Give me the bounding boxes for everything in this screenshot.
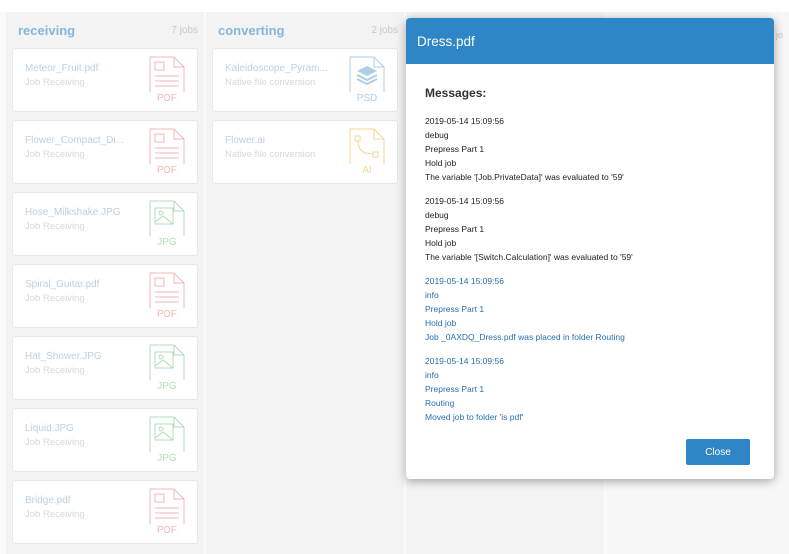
job-name: Meteor_Fruit.pdf: [25, 63, 99, 74]
job-status: Native file conversion: [225, 77, 316, 88]
column-header-receiving: receiving 7 jobs: [6, 12, 204, 48]
job-name: Liquid.JPG: [25, 423, 74, 434]
image-file-icon: JPG: [149, 344, 185, 394]
message-line: Hold job: [425, 158, 457, 168]
message-entry: 2019-05-14 15:09:56 debug Prepress Part 1 H…: [425, 114, 763, 184]
column-header-converting: converting 2 jobs: [206, 12, 404, 48]
job-card[interactable]: Flower_Compact_Di... Job Receiving PDF: [12, 120, 198, 184]
job-card[interactable]: Meteor_Fruit.pdf Job Receiving PDF: [12, 48, 198, 112]
pdf-file-icon: PDF: [149, 488, 185, 538]
dialog-header: Dress.pdf: [406, 18, 774, 64]
close-button[interactable]: Close: [686, 439, 750, 465]
job-name: Spiral_Guitar.pdf: [25, 279, 100, 290]
column-count: 2 jobs: [371, 24, 398, 36]
message-line: info: [425, 370, 439, 380]
file-type-label: PDF: [149, 308, 185, 322]
message-entry: 2019-05-14 15:09:56 info Prepress Part 1 Ro…: [425, 354, 763, 424]
message-line: debug: [425, 130, 449, 140]
job-name: Flower.ai: [225, 135, 266, 146]
column-title: converting: [218, 22, 285, 38]
pdf-file-icon: PDF: [149, 56, 185, 106]
job-card[interactable]: Hat_Shower.JPG Job Receiving JPG: [12, 336, 198, 400]
job-status: Job Receiving: [25, 77, 85, 88]
column-receiving: receiving 7 jobs Meteor_Fruit.pdf Job Rec…: [6, 12, 204, 554]
column-title: receiving: [18, 22, 76, 38]
job-card[interactable]: Liquid.JPG Job Receiving JPG: [12, 408, 198, 472]
job-name: Hose_Milkshake.JPG: [25, 207, 121, 218]
dialog-body: Messages: 2019-05-14 15:09:56 debug Prepre…: [417, 64, 763, 479]
job-status: Job Receiving: [25, 149, 85, 160]
pdf-file-icon: PDF: [149, 128, 185, 178]
messages-list: 2019-05-14 15:09:56 debug Prepress Part 1 H…: [425, 114, 763, 424]
file-type-label: PDF: [149, 164, 185, 178]
job-name: Kaleidoscope_Pyram...: [225, 63, 328, 74]
file-type-label: PDF: [149, 92, 185, 106]
job-status: Job Receiving: [25, 437, 85, 448]
column-count: 7 jobs: [171, 24, 198, 36]
message-entry: 2019-05-14 15:09:56 debug Prepress Part 1 H…: [425, 194, 763, 264]
message-line: Moved job to folder 'is pdf': [425, 412, 524, 422]
message-entry: 2019-05-14 15:09:56 info Prepress Part 1 Ho…: [425, 274, 763, 344]
job-status: Job Receiving: [25, 221, 85, 232]
image-file-icon: JPG: [149, 200, 185, 250]
job-card[interactable]: Hose_Milkshake.JPG Job Receiving JPG: [12, 192, 198, 256]
job-card[interactable]: Flower.ai Native file conversion AI: [212, 120, 398, 184]
job-status: Job Receiving: [25, 293, 85, 304]
message-line: The variable '[Switch.Calculation]' was …: [425, 252, 633, 262]
message-line: 2019-05-14 15:09:56: [425, 356, 504, 366]
message-line: 2019-05-14 15:09:56: [425, 116, 504, 126]
message-line: Prepress Part 1: [425, 224, 485, 234]
file-type-label: JPG: [149, 452, 185, 466]
message-line: Job _0AXDQ_Dress.pdf was placed in folde…: [425, 332, 625, 342]
message-line: The variable '[Job.PrivateData]' was eva…: [425, 172, 624, 182]
message-line: info: [425, 290, 439, 300]
layers-file-icon: PSD: [349, 56, 385, 106]
messages-dialog: Dress.pdf Messages: 2019-05-14 15:09:56 d…: [406, 18, 774, 479]
message-line: Prepress Part 1: [425, 144, 485, 154]
job-name: Hat_Shower.JPG: [25, 351, 102, 362]
top-bar: [0, 0, 789, 12]
message-line: Prepress Part 1: [425, 304, 485, 314]
job-card[interactable]: Bridge.pdf Job Receiving PDF: [12, 480, 198, 544]
file-type-label: PSD: [349, 92, 385, 106]
job-status: Job Receiving: [25, 365, 85, 376]
pdf-file-icon: PDF: [149, 272, 185, 322]
file-type-label: PDF: [149, 524, 185, 538]
job-status: Native file conversion: [225, 149, 316, 160]
image-file-icon: JPG: [149, 416, 185, 466]
dialog-title: Dress.pdf: [417, 33, 475, 49]
message-line: Hold job: [425, 318, 457, 328]
job-name: Bridge.pdf: [25, 495, 71, 506]
vector-file-icon: AI: [349, 128, 385, 178]
job-card[interactable]: Kaleidoscope_Pyram... Native file convers…: [212, 48, 398, 112]
message-line: 2019-05-14 15:09:56: [425, 196, 504, 206]
job-status: Job Receiving: [25, 509, 85, 520]
messages-heading: Messages:: [425, 86, 487, 100]
message-line: Routing: [425, 398, 455, 408]
job-card[interactable]: Spiral_Guitar.pdf Job Receiving PDF: [12, 264, 198, 328]
file-type-label: JPG: [149, 380, 185, 394]
message-line: Hold job: [425, 238, 457, 248]
message-line: Prepress Part 1: [425, 384, 485, 394]
job-name: Flower_Compact_Di...: [25, 135, 124, 146]
message-line: 2019-05-14 15:09:56: [425, 276, 504, 286]
file-type-label: AI: [349, 164, 385, 178]
column-converting: converting 2 jobs Kaleidoscope_Pyram... N…: [206, 12, 404, 554]
file-type-label: JPG: [149, 236, 185, 250]
column-count-edge: jo: [776, 30, 784, 40]
message-line: debug: [425, 210, 449, 220]
